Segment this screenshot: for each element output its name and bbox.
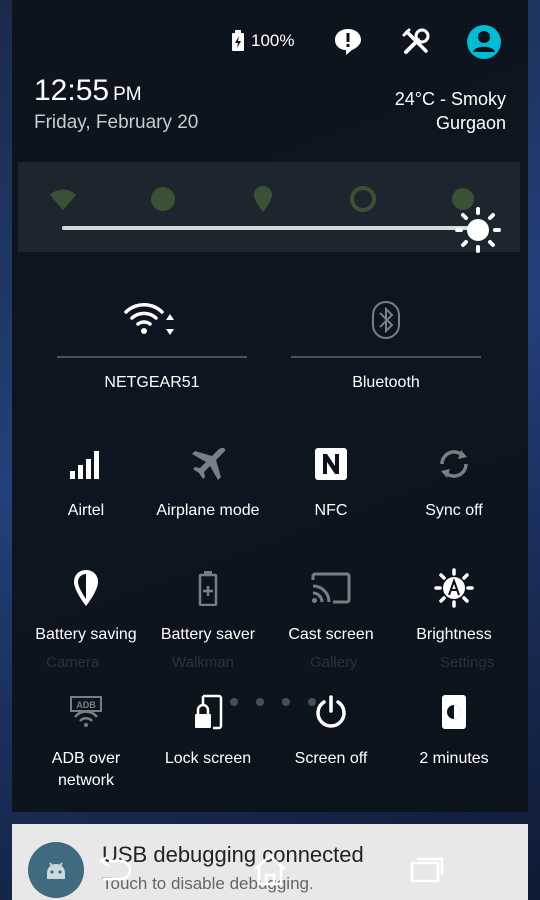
nfc-icon [315, 448, 347, 480]
brightness-slider[interactable] [62, 226, 472, 230]
svg-text:ADB: ADB [76, 700, 96, 710]
tile-adb-label-line1: ADB over [51, 750, 121, 767]
tile-brightness-label: Brightness [416, 626, 492, 643]
ghost-sync-icon [350, 186, 376, 212]
bluetooth-icon [372, 301, 400, 339]
ghost-wifi-icon [50, 189, 76, 210]
tile-screen-timeout[interactable]: 2 minutes [392, 692, 516, 770]
brightness-auto-icon [434, 568, 474, 608]
page-dot [256, 698, 264, 706]
signal-icon [70, 451, 99, 479]
tile-airplane-label: Airplane mode [156, 502, 260, 519]
brightness-slider-fill [62, 226, 472, 230]
back-icon[interactable] [92, 850, 136, 890]
tile-airtel-label: Airtel [67, 502, 105, 519]
location-icon [74, 570, 98, 606]
power-icon [316, 695, 346, 728]
tile-screen-timeout-label: 2 minutes [419, 750, 489, 767]
battery-status: 100% [231, 30, 294, 52]
battery-plus-icon [198, 571, 218, 606]
navigation-bar [0, 840, 540, 900]
bluetooth-divider [291, 356, 481, 358]
tile-battery-saver[interactable]: Battery saver [146, 568, 270, 646]
page-indicator [230, 698, 316, 706]
brightness-sun-icon[interactable] [454, 206, 502, 254]
tile-cast-screen[interactable]: Cast screen [269, 568, 393, 646]
page-dot [230, 698, 238, 706]
tile-wifi[interactable]: NETGEAR51 [57, 298, 247, 392]
cast-icon [311, 572, 351, 604]
bg-label-camera: Camera [46, 654, 100, 671]
bg-label-settings: Settings [440, 654, 495, 671]
tile-bluetooth-label: Bluetooth [352, 374, 420, 391]
weather-location: Gurgaon [435, 113, 506, 133]
bg-label-gallery: Gallery [310, 654, 358, 671]
bg-label-walkman: Walkman [172, 654, 234, 671]
tile-adb-label-line2: network [57, 772, 115, 789]
battery-charging-icon [232, 30, 244, 51]
sync-icon [440, 450, 468, 478]
wifi-icon [124, 303, 174, 335]
screen-timeout-icon [442, 695, 466, 729]
tile-battery-saving[interactable]: Battery saving [24, 568, 148, 646]
ghost-quick-toggles [48, 184, 478, 214]
tile-airtel[interactable]: Airtel [24, 444, 148, 522]
lock-screen-icon [195, 694, 223, 730]
tile-adb-label: ADB over network [24, 748, 148, 792]
notification-header: 100% 12:55 PM Friday, February 20 24°C - … [0, 0, 540, 160]
battery-percent: 100% [251, 31, 295, 50]
date-label[interactable]: Friday, February 20 [34, 112, 198, 134]
tile-sync[interactable]: Sync off [392, 444, 516, 522]
tile-airplane-mode[interactable]: Airplane mode [146, 444, 270, 522]
message-alert-icon[interactable] [330, 24, 366, 60]
tile-battery-saving-label: Battery saving [35, 626, 137, 643]
weather-temperature: 24°C - Smoky [394, 89, 506, 109]
tile-cast-screen-label: Cast screen [288, 626, 374, 643]
clock-time: 12:55 [34, 74, 110, 107]
tile-battery-saver-label: Battery saver [160, 626, 256, 643]
tile-nfc[interactable]: NFC [269, 444, 393, 522]
tile-nfc-label: NFC [314, 502, 348, 519]
tile-sync-label: Sync off [425, 502, 483, 519]
ghost-location-icon [254, 186, 272, 212]
wifi-divider [57, 356, 247, 358]
clock-ampm: PM [113, 84, 142, 105]
user-profile-icon[interactable] [466, 24, 502, 60]
tile-bluetooth[interactable]: Bluetooth [291, 298, 481, 392]
weather-widget[interactable]: 24°C - Smoky Gurgaon [395, 87, 506, 135]
page-dot [282, 698, 290, 706]
tile-adb-over-network[interactable]: ADB ADB over network [24, 692, 148, 792]
airplane-icon [192, 447, 226, 480]
ghost-bluetooth-icon [151, 187, 175, 211]
recents-icon[interactable] [404, 850, 448, 890]
tile-wifi-label: NETGEAR51 [104, 374, 200, 391]
settings-tools-icon[interactable] [398, 24, 434, 60]
tile-brightness[interactable]: Brightness [392, 568, 516, 646]
tile-lock-screen-label: Lock screen [164, 750, 252, 767]
home-icon[interactable] [248, 850, 292, 890]
tile-screen-off-label: Screen off [294, 750, 368, 767]
adb-icon: ADB [70, 696, 102, 727]
clock[interactable]: 12:55 PM [34, 74, 142, 108]
page-dot [308, 698, 316, 706]
